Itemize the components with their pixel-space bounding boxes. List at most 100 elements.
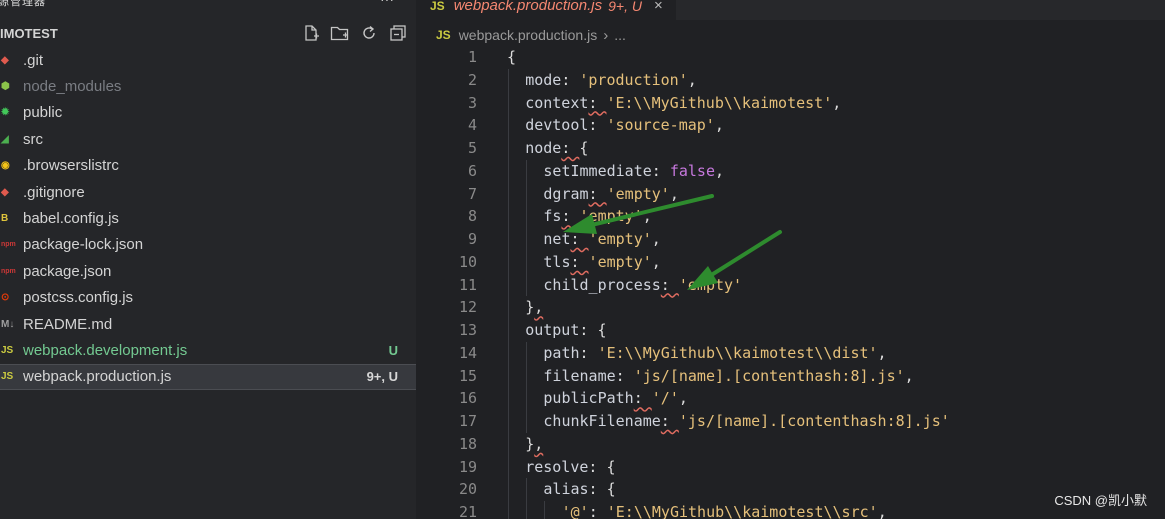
code-token: mode <box>525 70 562 89</box>
code-token: , <box>687 70 697 89</box>
file-item[interactable]: ◉ .browserslistrc <box>0 153 416 179</box>
line-number: 15 <box>458 366 477 385</box>
code-line[interactable]: 2 mode: 'production', <box>416 68 1165 92</box>
file-item[interactable]: ◢ src <box>0 126 416 152</box>
file-name: .browserslistrc <box>23 157 119 175</box>
code-token: : <box>633 389 652 408</box>
code-token: , <box>877 343 887 362</box>
close-icon[interactable]: × <box>654 0 663 14</box>
code-token: fs <box>543 207 562 226</box>
code-line[interactable]: 19 resolve: { <box>416 455 1165 479</box>
code-line[interactable]: 5 node: { <box>416 137 1165 160</box>
code-editor[interactable]: 1{2 mode: 'production', 3 context: 'E:\\MyG… <box>416 46 1165 519</box>
code-token: path <box>543 343 580 362</box>
breadcrumb-file[interactable]: webpack.production.js <box>459 27 598 43</box>
refresh-icon[interactable] <box>358 23 379 43</box>
file-name: webpack.development.js <box>23 341 188 359</box>
npm-icon: npm <box>1 241 16 249</box>
code-line[interactable]: 21 '@': 'E:\\MyGithub\\kaimotest\\src', <box>416 501 1165 519</box>
indent-guide <box>526 410 528 433</box>
file-name: webpack.production.js <box>23 368 172 386</box>
indent-guide <box>526 387 528 410</box>
file-item[interactable]: ◆ .gitignore <box>0 179 416 205</box>
indent-guide <box>508 410 509 433</box>
code-line[interactable]: 7 dgram: 'empty', <box>416 182 1165 206</box>
code-line[interactable]: 1{ <box>416 46 1165 69</box>
editor-area[interactable]: JS webpack.production.js 9+, U × JS webp… <box>416 0 1165 519</box>
file-item[interactable]: ⊙ postcss.config.js <box>0 285 416 311</box>
babel-icon: B <box>1 213 9 225</box>
line-number: 3 <box>467 93 477 112</box>
more-actions-icon[interactable]: ··· <box>380 0 394 7</box>
watermark: CSDN @凯小默 <box>1054 493 1147 508</box>
line-number: 14 <box>458 343 477 362</box>
breadcrumb-more[interactable]: ... <box>614 27 626 43</box>
code-line[interactable]: 16 publicPath: '/', <box>416 387 1165 410</box>
code-text: resolve: { <box>525 458 615 476</box>
node-folder-icon: ⬢ <box>1 81 10 93</box>
file-item[interactable]: Bbabel.config.js <box>0 205 416 231</box>
file-item[interactable]: M↓ README.md <box>0 311 416 337</box>
code-token: dgram <box>543 184 589 203</box>
code-text: filename: 'js/[name].[contenthash:8].js'… <box>543 367 913 385</box>
code-token: : <box>588 503 607 519</box>
file-item[interactable]: npm package-lock.json <box>0 232 416 258</box>
code-line[interactable]: 4 devtool: 'source-map', <box>416 114 1165 137</box>
code-token: 'E:\\MyGithub\\kaimotest\\src' <box>606 503 878 519</box>
code-token: , <box>678 389 688 408</box>
indent-guide <box>508 250 509 274</box>
code-line[interactable]: 8 fs: 'empty', <box>416 205 1165 228</box>
collapse-all-icon[interactable] <box>387 23 408 43</box>
code-token: setImmediate <box>543 161 652 180</box>
project-header[interactable]: IMOTEST <box>0 22 416 46</box>
new-folder-icon[interactable] <box>329 23 350 43</box>
code-text: '@': 'E:\\MyGithub\\kaimotest\\src', <box>562 503 887 519</box>
code-text: }, <box>525 298 543 316</box>
code-token: , <box>832 93 842 112</box>
code-line[interactable]: 9 net: 'empty', <box>416 228 1165 251</box>
code-line[interactable]: 17 chunkFilename: 'js/[name].[contenthash… <box>416 410 1165 433</box>
code-text: child_process: 'empty' <box>543 276 742 294</box>
breadcrumb: JS webpack.production.js › ... <box>436 25 626 45</box>
file-name: babel.config.js <box>23 210 119 228</box>
line-number: 9 <box>467 230 477 248</box>
indent-guide <box>508 364 509 388</box>
code-line[interactable]: 12}, <box>416 296 1165 319</box>
tab-label: webpack.production.js <box>453 0 603 14</box>
file-item[interactable]: ◆ .git <box>0 47 416 73</box>
code-token: 'js/[name].[contenthash:8].js' <box>633 366 905 385</box>
code-line[interactable]: 14 path: 'E:\\MyGithub\\kaimotest\\dist', <box>416 341 1165 365</box>
line-number: 21 <box>458 503 477 519</box>
code-line[interactable]: 20 alias: { <box>416 478 1165 501</box>
line-number: 18 <box>458 434 477 453</box>
file-item[interactable]: JS webpack.development.js U <box>0 337 416 363</box>
code-text: devtool: 'source-map', <box>525 116 724 134</box>
code-token: , <box>534 434 544 453</box>
code-line[interactable]: 15 filename: 'js/[name].[contenthash:8].j… <box>416 364 1165 388</box>
tab-webpack-production[interactable]: JS webpack.production.js 9+, U × <box>416 0 676 20</box>
code-token: { <box>579 139 589 157</box>
file-name: README.md <box>23 315 113 333</box>
file-item[interactable]: npm package.json <box>0 258 416 284</box>
code-token: : <box>588 93 607 112</box>
line-number: 1 <box>467 48 477 66</box>
code-line[interactable]: 3 context: 'E:\\MyGithub\\kaimotest', <box>416 91 1165 115</box>
code-line[interactable]: 11 child_process: 'empty' <box>416 273 1165 297</box>
indent-guide <box>526 182 528 206</box>
code-line[interactable]: 10 tls: 'empty', <box>416 250 1165 274</box>
code-token: 'empty' <box>678 275 743 294</box>
file-item[interactable]: JS webpack.production.js 9+, U <box>0 363 416 391</box>
new-file-icon[interactable] <box>300 23 321 43</box>
code-token: , <box>669 184 679 203</box>
code-token: { <box>606 457 616 476</box>
file-item[interactable]: ✹ public <box>0 100 416 126</box>
code-text: fs: 'empty', <box>543 207 651 225</box>
code-token: : <box>570 230 589 248</box>
code-token: : <box>579 321 598 339</box>
code-token: : <box>588 480 607 499</box>
code-line[interactable]: 13 output: { <box>416 319 1165 342</box>
code-line[interactable]: 6 setImmediate: false, <box>416 159 1165 183</box>
code-line[interactable]: 18}, <box>416 432 1165 456</box>
file-item[interactable]: ⬢ node_modules <box>0 73 416 99</box>
code-text: net: 'empty', <box>543 230 660 248</box>
